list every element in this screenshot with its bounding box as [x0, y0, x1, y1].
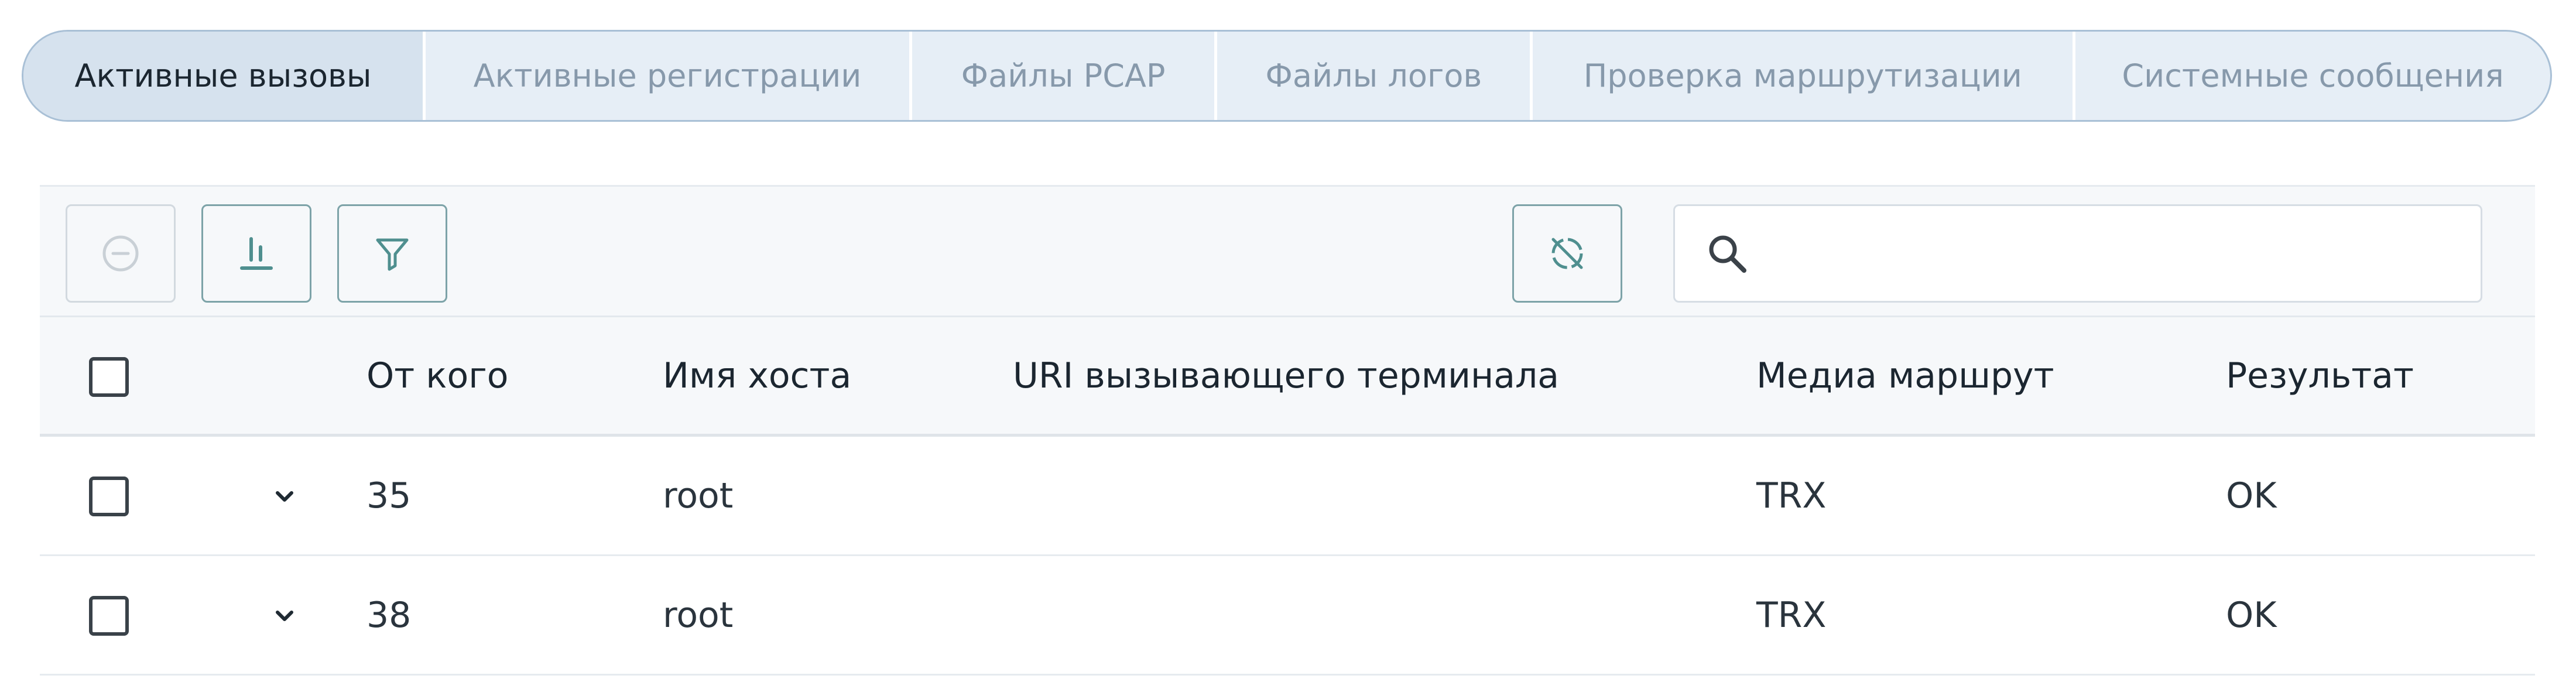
cell-result: OK: [2226, 594, 2277, 636]
table-row[interactable]: 35 root TRX OK: [40, 437, 2535, 556]
cell-media-route: TRX: [1756, 475, 1827, 516]
tab-system-messages[interactable]: Системные сообщения: [2073, 32, 2550, 120]
cell-result: OK: [2226, 475, 2277, 516]
column-header-hostname[interactable]: Имя хоста: [663, 317, 851, 434]
search-box: [1673, 204, 2482, 303]
remove-button[interactable]: [66, 204, 176, 303]
chevron-down-icon[interactable]: [273, 485, 296, 510]
column-header-from[interactable]: От кого: [366, 317, 508, 434]
cell-from: 35: [366, 475, 412, 516]
visibility-off-icon: [1545, 231, 1590, 276]
row-checkbox[interactable]: [89, 477, 129, 516]
column-header-caller-uri[interactable]: URI вызывающего терминала: [1013, 317, 1559, 434]
bar-chart-icon: [236, 233, 277, 274]
tab-bar: Активные вызовы Активные регистрации Фай…: [22, 30, 2552, 122]
tab-active-calls[interactable]: Активные вызовы: [23, 32, 423, 120]
cell-hostname: root: [663, 475, 734, 516]
filter-button[interactable]: [337, 204, 447, 303]
search-input[interactable]: [1763, 218, 2465, 289]
tab-active-registrations[interactable]: Активные регистрации: [423, 32, 909, 120]
row-checkbox[interactable]: [89, 596, 129, 636]
column-header-result[interactable]: Результат: [2226, 317, 2414, 434]
table-toolbar: [40, 185, 2535, 317]
tab-routing-check[interactable]: Проверка маршрутизации: [1530, 32, 2073, 120]
select-all-checkbox[interactable]: [89, 357, 129, 397]
cell-media-route: TRX: [1756, 594, 1827, 636]
statistics-button[interactable]: [201, 204, 311, 303]
table-header: От кого Имя хоста URI вызывающего термин…: [40, 317, 2535, 437]
hide-inactive-button[interactable]: [1512, 204, 1622, 303]
minus-circle-icon: [100, 233, 141, 274]
column-header-media-route[interactable]: Медиа маршрут: [1756, 317, 2054, 434]
filter-icon: [372, 233, 413, 274]
chevron-down-icon[interactable]: [273, 604, 296, 630]
calls-table-panel: От кого Имя хоста URI вызывающего термин…: [40, 185, 2535, 689]
search-icon: [1704, 231, 1751, 280]
cell-hostname: root: [663, 594, 734, 636]
cell-from: 38: [366, 594, 412, 636]
tab-log-files[interactable]: Файлы логов: [1214, 32, 1530, 120]
tab-pcap-files[interactable]: Файлы PCAP: [909, 32, 1214, 120]
table-row[interactable]: 38 root TRX OK: [40, 556, 2535, 676]
